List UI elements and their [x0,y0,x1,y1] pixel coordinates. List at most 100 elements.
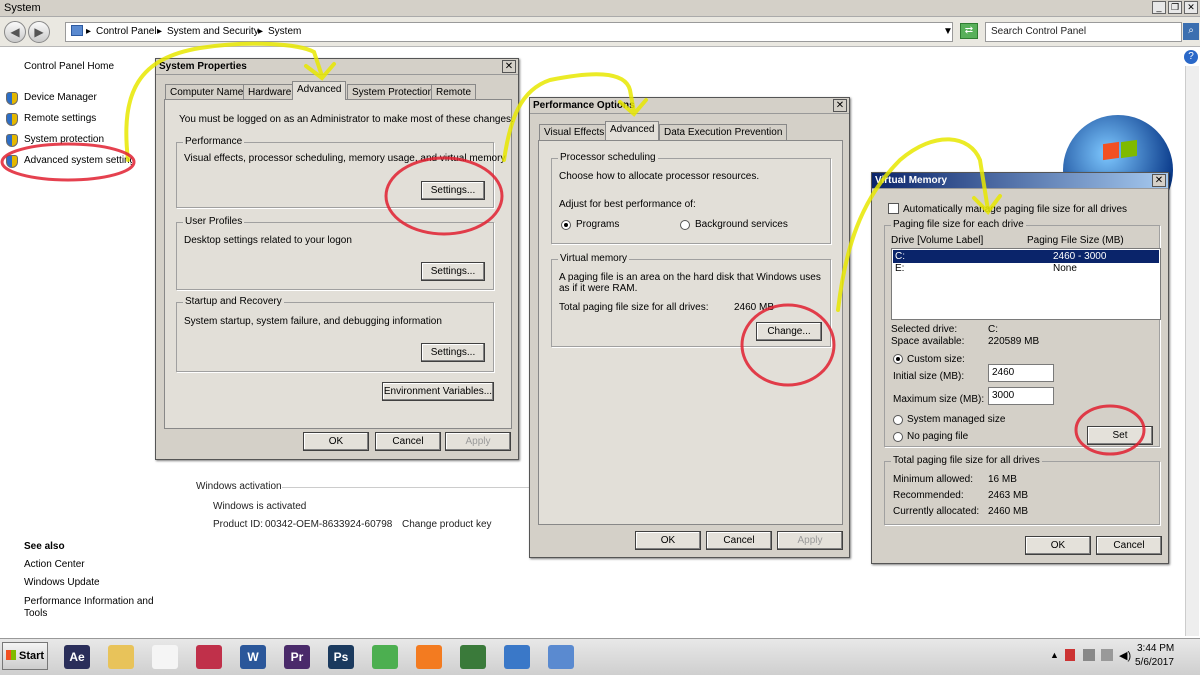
close-icon[interactable]: ✕ [1152,174,1166,187]
group-label: Virtual memory [558,253,630,264]
system-managed-radio[interactable] [893,415,903,425]
close-icon[interactable]: ✕ [502,60,516,73]
minimize-button[interactable]: _ [1152,1,1166,14]
taskbar-app-button[interactable] [192,642,226,670]
taskbar-app-button[interactable] [148,642,182,670]
recommended-value: 2463 MB [988,490,1029,501]
ok-button[interactable]: OK [635,531,701,550]
maximize-button[interactable]: ❐ [1168,1,1182,14]
device-manager-link[interactable]: Device Manager [24,92,97,103]
drive-list[interactable]: C: 2460 - 3000 E: None [891,248,1161,320]
no-paging-file-radio[interactable] [893,432,903,442]
clock-date[interactable]: 5/6/2017 [1135,657,1174,668]
close-button[interactable]: ✕ [1184,1,1198,14]
crumb-separator-icon: ▸ [258,26,264,37]
tab-advanced[interactable]: Advanced [605,121,660,140]
apply-button[interactable]: Apply [777,531,843,550]
taskbar-app-button[interactable] [368,642,402,670]
control-panel-home-link[interactable]: Control Panel Home [24,61,114,72]
word-icon: W [240,645,266,669]
close-icon[interactable]: ✕ [833,99,847,112]
taskbar-app-button[interactable]: W [236,642,270,670]
space-available-value: 220589 MB [988,336,1040,347]
back-button[interactable]: ◀ [4,21,26,43]
network-icon[interactable] [1083,649,1095,661]
start-button[interactable]: Start [2,642,48,670]
action-center-flag-icon[interactable] [1065,649,1075,661]
tab-remote[interactable]: Remote [431,84,477,100]
ok-button[interactable]: OK [1025,536,1091,555]
ok-button[interactable]: OK [303,432,369,451]
clock-time[interactable]: 3:44 PM [1137,643,1174,654]
taskbar-app-button[interactable]: Ae [60,642,94,670]
start-label: Start [19,650,45,662]
set-button[interactable]: Set [1087,426,1153,445]
custom-size-label: Custom size: [907,354,965,365]
product-id-value: 00342-OEM-8633924-60798 [265,519,393,530]
processor-scheduling-group: Processor scheduling Choose how to alloc… [551,152,831,244]
address-dropdown-icon[interactable]: ▼ [943,26,953,37]
taskbar-app-button[interactable] [456,642,490,670]
cancel-button[interactable]: Cancel [1096,536,1162,555]
auto-manage-checkbox[interactable] [888,203,899,214]
tab-data-execution-prevention[interactable]: Data Execution Prevention [659,124,788,140]
advanced-system-settings-link[interactable]: Advanced system settings [24,155,132,166]
minimum-allowed-label: Minimum allowed: [893,474,974,485]
taskbar-app-button[interactable] [500,642,534,670]
refresh-button[interactable]: ⇄ [960,23,978,39]
windows-flag-icon [6,650,16,660]
cancel-button[interactable]: Cancel [375,432,441,451]
tab-computer-name[interactable]: Computer Name [165,84,249,100]
windows-update-link[interactable]: Windows Update [24,577,100,588]
profiles-settings-button[interactable]: Settings... [421,262,485,281]
dialog-titlebar: Performance Options [530,98,849,114]
performance-settings-button[interactable]: Settings... [421,181,485,200]
taskbar-app-button[interactable] [412,642,446,670]
taskbar-app-button[interactable]: Pr [280,642,314,670]
tab-system-protection[interactable]: System Protection [347,84,439,100]
forward-button[interactable]: ▶ [28,21,50,43]
see-also-heading: See also [24,541,65,552]
remote-settings-link[interactable]: Remote settings [24,113,96,124]
system-tray: ▲ ◀) 3:44 PM 5/6/2017 [1047,642,1197,672]
profiles-description: Desktop settings related to your logon [184,235,352,246]
breadcrumb-system-security[interactable]: System and Security [167,26,259,37]
dialog-titlebar: System Properties [156,59,518,75]
breadcrumb-system[interactable]: System [268,26,301,37]
tab-hardware[interactable]: Hardware [243,84,297,100]
environment-variables-button[interactable]: Environment Variables... [382,382,494,401]
action-center-link[interactable]: Action Center [24,559,85,570]
apply-button[interactable]: Apply [445,432,511,451]
no-paging-file-label: No paging file [907,431,969,442]
tab-visual-effects[interactable]: Visual Effects [539,124,610,140]
custom-size-radio[interactable] [893,354,903,364]
initial-size-input[interactable]: 2460 [988,364,1054,382]
cancel-button[interactable]: Cancel [706,531,772,550]
taskbar-app-button[interactable] [544,642,578,670]
window-title: System [4,2,41,14]
tab-advanced[interactable]: Advanced [292,81,347,100]
startup-settings-button[interactable]: Settings... [421,343,485,362]
taskbar-app-button[interactable]: Ps [324,642,358,670]
maximum-size-input[interactable]: 3000 [988,387,1054,405]
change-product-key-link[interactable]: Change product key [402,519,492,530]
help-icon[interactable]: ? [1184,50,1198,64]
list-item[interactable]: E: None [893,263,1159,276]
taskbar-app-button[interactable] [104,642,138,670]
background-services-radio[interactable] [680,220,690,230]
search-input[interactable]: Search Control Panel [985,22,1182,42]
performance-info-link[interactable]: Performance Information and Tools [24,596,164,620]
user-profiles-group: User Profiles Desktop settings related t… [176,216,494,290]
list-item-selected[interactable]: C: 2460 - 3000 [893,250,1159,263]
volume-icon[interactable]: ◀) [1119,649,1131,662]
battery-icon[interactable] [1101,649,1113,661]
breadcrumb-control-panel[interactable]: Control Panel [96,26,157,37]
vertical-scrollbar[interactable] [1185,66,1199,636]
change-virtual-memory-button[interactable]: Change... [756,322,822,341]
tab-panel: You must be logged on as an Administrato… [164,99,514,429]
programs-radio[interactable] [561,220,571,230]
system-protection-link[interactable]: System protection [24,134,104,145]
search-icon[interactable]: ⌕ [1183,23,1199,40]
virtual-memory-dialog: Virtual Memory ✕ Automatically manage pa… [871,172,1169,564]
show-hidden-icons-icon[interactable]: ▲ [1050,650,1059,660]
